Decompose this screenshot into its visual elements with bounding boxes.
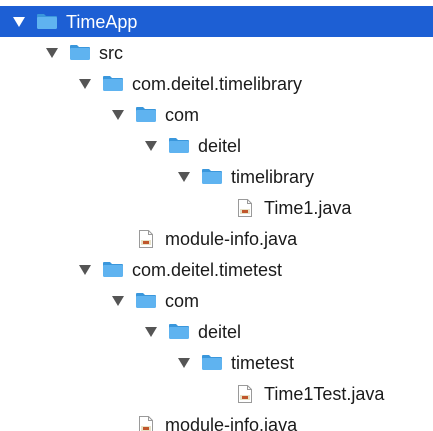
tree-row-pkg-timelibrary[interactable]: com.deitel.timelibrary xyxy=(0,68,433,99)
disclosure-triangle-down-icon[interactable] xyxy=(111,108,125,122)
tree-row-label: com xyxy=(165,104,200,125)
java-file-icon xyxy=(135,415,157,431)
tree-row-label: timetest xyxy=(231,352,295,373)
folder-icon xyxy=(201,354,223,372)
tree-row-time1-java[interactable]: Time1.java xyxy=(0,192,433,223)
java-file-icon xyxy=(135,229,157,248)
tree-row-label: Time1Test.java xyxy=(264,383,385,404)
disclosure-triangle-down-icon[interactable] xyxy=(12,15,26,29)
tree-row-label: Time1.java xyxy=(264,197,352,218)
folder-icon xyxy=(168,323,190,341)
folder-icon xyxy=(102,261,124,279)
tree-row-com-2[interactable]: com xyxy=(0,285,433,316)
disclosure-triangle-down-icon[interactable] xyxy=(177,356,191,370)
tree-row-label: deitel xyxy=(198,321,242,342)
disclosure-triangle-down-icon[interactable] xyxy=(177,170,191,184)
folder-icon xyxy=(102,75,124,93)
disclosure-triangle-down-icon[interactable] xyxy=(78,77,92,91)
tree-row-label: com.deitel.timelibrary xyxy=(132,73,303,94)
tree-row-label: src xyxy=(99,42,123,63)
tree-row-label: module-info.java xyxy=(165,228,298,249)
tree-row-timelibrary[interactable]: timelibrary xyxy=(0,161,433,192)
folder-icon xyxy=(36,13,58,31)
tree-row-label: com xyxy=(165,290,200,311)
folder-icon xyxy=(135,292,157,310)
tree-row-timetest[interactable]: timetest xyxy=(0,347,433,378)
tree-row-deitel-2[interactable]: deitel xyxy=(0,316,433,347)
java-file-icon xyxy=(234,198,256,217)
tree-row-module-info-2[interactable]: module-info.java xyxy=(0,409,433,431)
tree-row-time1test-java[interactable]: Time1Test.java xyxy=(0,378,433,409)
disclosure-triangle-down-icon[interactable] xyxy=(78,263,92,277)
tree-row-module-info-1[interactable]: module-info.java xyxy=(0,223,433,254)
project-tree: TimeApp src com.deitel.timelibrary com deite… xyxy=(0,0,433,431)
folder-icon xyxy=(201,168,223,186)
java-file-icon xyxy=(234,384,256,403)
tree-row-label: TimeApp xyxy=(66,11,138,32)
tree-row-label: deitel xyxy=(198,135,242,156)
folder-icon xyxy=(135,106,157,124)
tree-row-com-1[interactable]: com xyxy=(0,99,433,130)
tree-row-label: timelibrary xyxy=(231,166,315,187)
folder-icon xyxy=(69,44,91,62)
tree-row-label: com.deitel.timetest xyxy=(132,259,283,280)
folder-icon xyxy=(168,137,190,155)
disclosure-triangle-down-icon[interactable] xyxy=(45,46,59,60)
tree-row-deitel-1[interactable]: deitel xyxy=(0,130,433,161)
disclosure-triangle-down-icon[interactable] xyxy=(144,325,158,339)
tree-row-label: module-info.java xyxy=(165,414,298,431)
tree-row-timeapp[interactable]: TimeApp xyxy=(0,6,433,37)
disclosure-triangle-down-icon[interactable] xyxy=(144,139,158,153)
tree-row-pkg-timetest[interactable]: com.deitel.timetest xyxy=(0,254,433,285)
tree-row-src[interactable]: src xyxy=(0,37,433,68)
disclosure-triangle-down-icon[interactable] xyxy=(111,294,125,308)
